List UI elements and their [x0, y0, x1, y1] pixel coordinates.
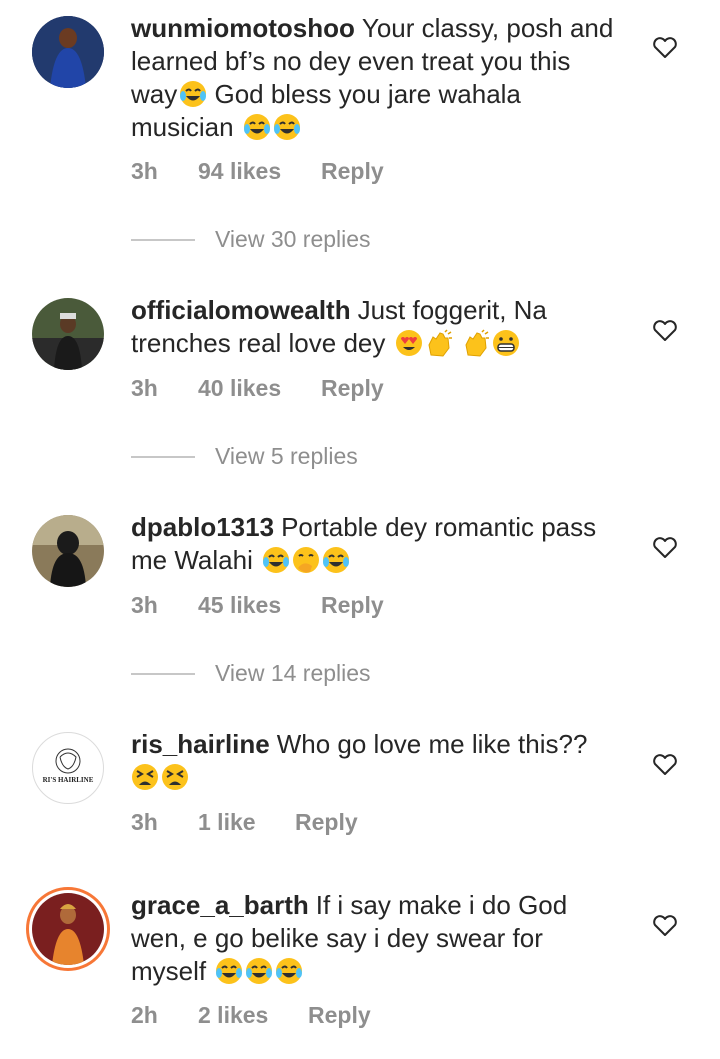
reply-button[interactable]: Reply — [321, 158, 384, 185]
comment-time: 3h — [131, 158, 158, 184]
like-heart-icon[interactable] — [652, 35, 678, 59]
comment-time: 3h — [131, 592, 158, 618]
tears-of-joy-icon — [262, 546, 291, 574]
ris-hairline-logo-avatar[interactable]: RI'S HAIRLINE — [32, 732, 104, 804]
comment-likes[interactable]: 40 likes — [198, 375, 321, 402]
clapping-hands-icon — [465, 329, 490, 357]
view-replies-button[interactable]: View 14 replies — [131, 660, 371, 687]
like-heart-icon[interactable] — [652, 752, 678, 776]
divider-line — [131, 455, 195, 458]
comment-text: dpablo1313 Portable dey romantic pass me … — [131, 512, 597, 575]
view-replies-button[interactable]: View 5 replies — [131, 443, 358, 470]
comment-meta: 3h 94 likes Reply — [131, 158, 384, 185]
reply-button[interactable]: Reply — [295, 809, 358, 836]
comment-username[interactable]: grace_a_barth — [131, 890, 309, 920]
reply-button[interactable]: Reply — [321, 375, 384, 402]
tears-of-joy-icon — [245, 957, 274, 985]
comment-text: officialomowealth Just foggerit, Na trenc… — [131, 295, 547, 358]
tears-of-joy-icon — [322, 546, 351, 574]
view-replies-button[interactable]: View 30 replies — [131, 226, 371, 253]
clapping-hands-icon — [427, 329, 453, 357]
tears-of-joy-icon — [179, 80, 208, 108]
grinning-face-icon — [492, 329, 520, 357]
divider-line — [131, 238, 195, 241]
hooded-man-avatar[interactable] — [32, 515, 104, 587]
comment-text: grace_a_barth If i say make i do God wen,… — [131, 890, 568, 986]
tears-of-joy-icon — [275, 957, 304, 985]
tears-of-joy-icon — [272, 113, 301, 141]
woman-orange-outfit-avatar[interactable] — [26, 887, 110, 971]
tears-of-joy-icon — [215, 957, 244, 985]
comment-username[interactable]: wunmiomotoshoo — [131, 13, 355, 43]
tired-face-icon — [131, 763, 159, 791]
reply-button[interactable]: Reply — [321, 592, 384, 619]
comment-time: 2h — [131, 1002, 158, 1028]
comment-username[interactable]: officialomowealth — [131, 295, 351, 325]
svg-text:RI'S HAIRLINE: RI'S HAIRLINE — [43, 776, 94, 784]
divider-line — [131, 672, 195, 675]
comment-username[interactable]: dpablo1313 — [131, 512, 274, 542]
woman-blue-dress-avatar[interactable] — [32, 16, 104, 88]
like-heart-icon[interactable] — [652, 535, 678, 559]
like-heart-icon[interactable] — [652, 318, 678, 342]
comment-likes[interactable]: 1 like — [198, 809, 295, 836]
comment-text: wunmiomotoshoo Your classy, posh and lear… — [131, 13, 614, 142]
comment-likes[interactable]: 94 likes — [198, 158, 321, 185]
heart-eyes-icon — [395, 330, 422, 356]
comment-username[interactable]: ris_hairline — [131, 729, 270, 759]
comment-meta: 3h 45 likes Reply — [131, 592, 384, 619]
man-cap-avatar[interactable] — [32, 298, 104, 370]
comment-meta: 3h 40 likes Reply — [131, 375, 384, 402]
comment-likes[interactable]: 45 likes — [198, 592, 321, 619]
reply-button[interactable]: Reply — [308, 1002, 371, 1029]
tears-of-joy-icon — [242, 113, 271, 141]
tired-face-icon — [161, 763, 189, 791]
comment-text: ris_hairline Who go love me like this?? — [131, 728, 621, 794]
hand-over-mouth-icon — [292, 546, 321, 574]
comment-time: 3h — [131, 809, 158, 835]
comment-meta: 3h 1 like Reply — [131, 809, 358, 836]
comment-meta: 2h 2 likes Reply — [131, 1002, 371, 1029]
like-heart-icon[interactable] — [652, 913, 678, 937]
comment-time: 3h — [131, 375, 158, 401]
comment-likes[interactable]: 2 likes — [198, 1002, 308, 1029]
